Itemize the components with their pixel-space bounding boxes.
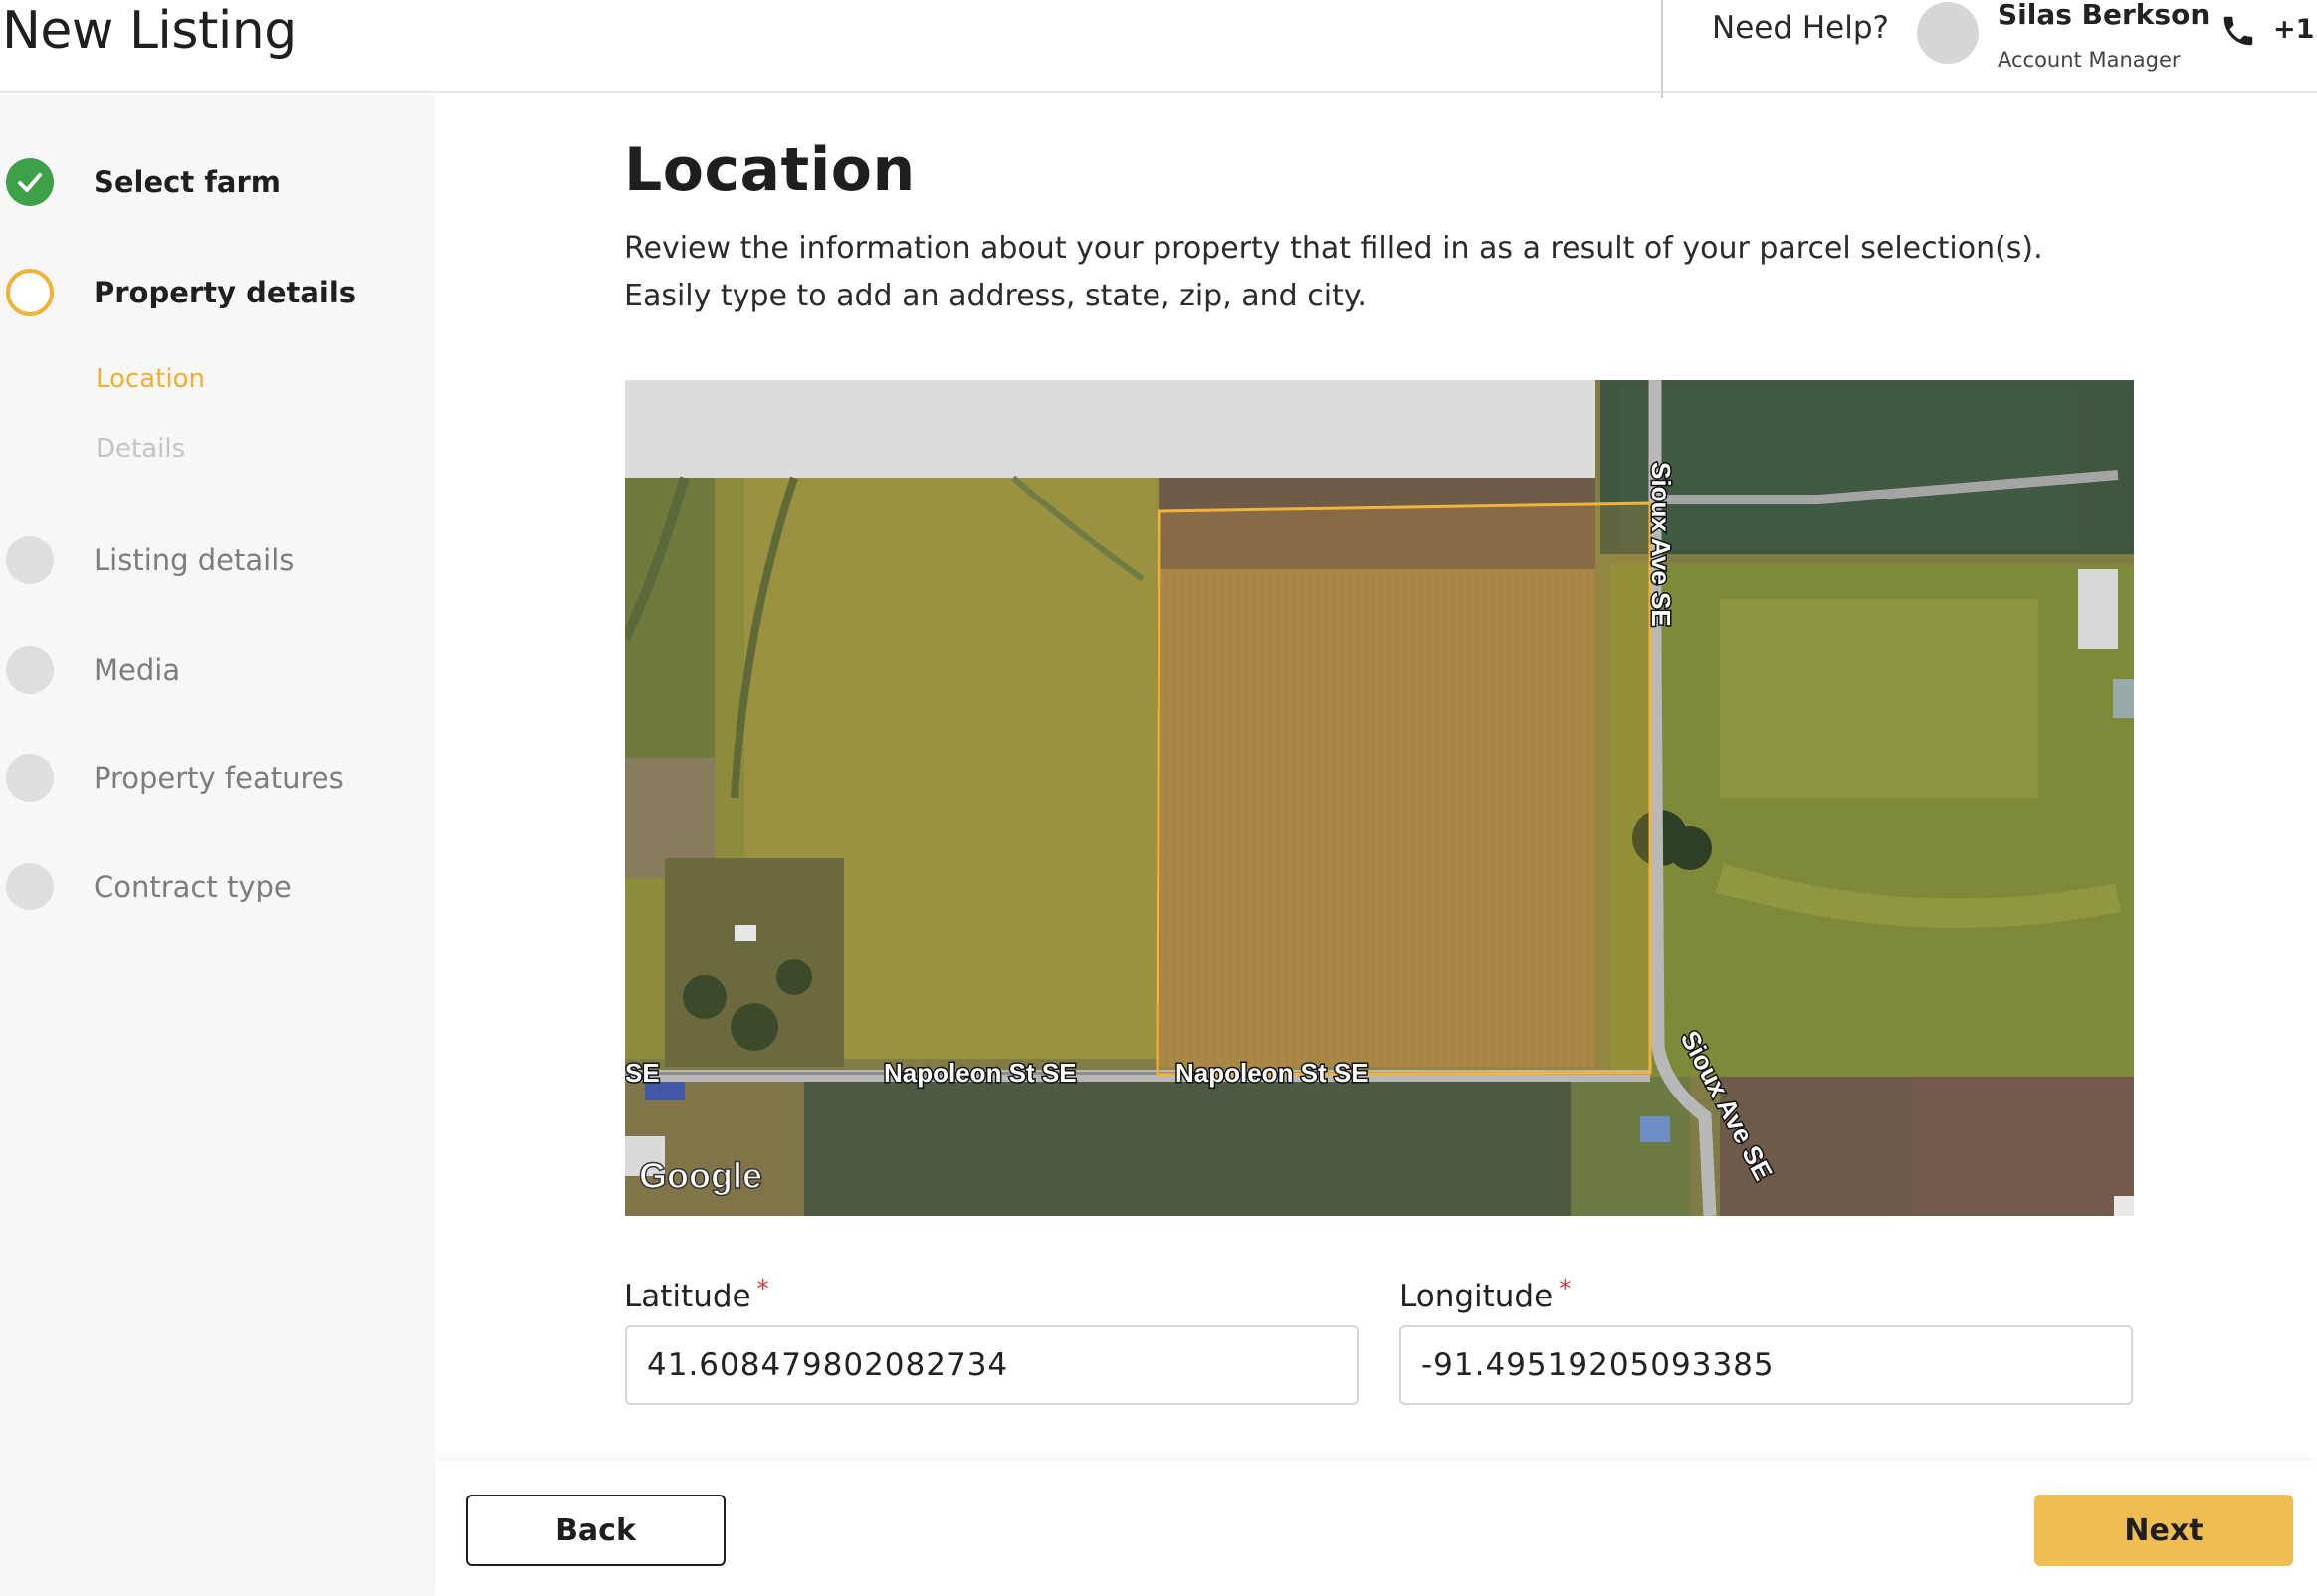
map-unloaded-tile (625, 380, 1595, 478)
header-divider (1661, 0, 1663, 98)
step-label: Listing details (94, 543, 295, 577)
longitude-input[interactable] (1399, 1325, 2133, 1405)
street-label: Sioux Ave SE (1646, 462, 1676, 627)
step-pending-marker (6, 863, 54, 910)
step-property-details[interactable]: Property details (0, 263, 435, 322)
parcel-map[interactable]: SE Napoleon St SE Napoleon St SE Sioux A… (625, 380, 2134, 1216)
required-indicator: * (756, 1275, 769, 1302)
street-label: Napoleon St SE (884, 1058, 1077, 1088)
longitude-label-text: Longitude (1399, 1279, 1554, 1314)
map-corner-control[interactable] (2114, 1196, 2134, 1216)
next-button[interactable]: Next (2034, 1495, 2293, 1566)
longitude-label: Longitude * (1399, 1275, 1571, 1314)
account-manager-role: Account Manager (1998, 48, 2181, 72)
street-label: Napoleon St SE (1175, 1058, 1369, 1088)
satellite-map-view[interactable]: SE Napoleon St SE Napoleon St SE Sioux A… (625, 380, 2134, 1216)
street-label: SE (625, 1058, 660, 1088)
substep-details[interactable]: Details (96, 434, 185, 464)
latitude-label-text: Latitude (624, 1279, 751, 1314)
account-manager-avatar (1917, 2, 1979, 64)
step-label: Property features (94, 761, 344, 795)
top-header: New Listing Need Help? Silas Berkson Acc… (0, 0, 2317, 98)
step-media[interactable]: Media (0, 640, 435, 699)
need-help-link[interactable]: Need Help? (1712, 10, 1889, 46)
step-label: Media (94, 653, 181, 687)
step-active-marker (6, 269, 54, 316)
step-select-farm[interactable]: Select farm (0, 152, 435, 212)
latitude-input[interactable] (625, 1325, 1359, 1405)
step-listing-details[interactable]: Listing details (0, 530, 435, 590)
step-property-features[interactable]: Property features (0, 748, 435, 808)
required-indicator: * (1559, 1275, 1572, 1302)
google-logo: Google (639, 1155, 762, 1196)
checkmark-icon (18, 173, 42, 192)
step-pending-marker (6, 536, 54, 584)
step-complete-marker (6, 158, 54, 206)
phone-icon[interactable] (2219, 12, 2257, 50)
step-label: Property details (94, 276, 357, 309)
back-button[interactable]: Back (466, 1495, 726, 1566)
page-description: Review the information about your proper… (624, 231, 2043, 313)
step-label: Select farm (94, 165, 282, 199)
account-manager-name: Silas Berkson (1998, 0, 2211, 31)
latitude-label: Latitude * (624, 1275, 769, 1314)
step-contract-type[interactable]: Contract type (0, 857, 435, 916)
step-pending-marker (6, 646, 54, 694)
substep-location[interactable]: Location (96, 364, 205, 394)
manager-phone[interactable]: +1 ( (2273, 14, 2317, 45)
step-pending-marker (6, 754, 54, 802)
app-title: New Listing (2, 1, 297, 61)
step-label: Contract type (94, 870, 292, 903)
page-title: Location (624, 135, 916, 205)
parcel-boundary[interactable] (1156, 501, 1652, 1077)
